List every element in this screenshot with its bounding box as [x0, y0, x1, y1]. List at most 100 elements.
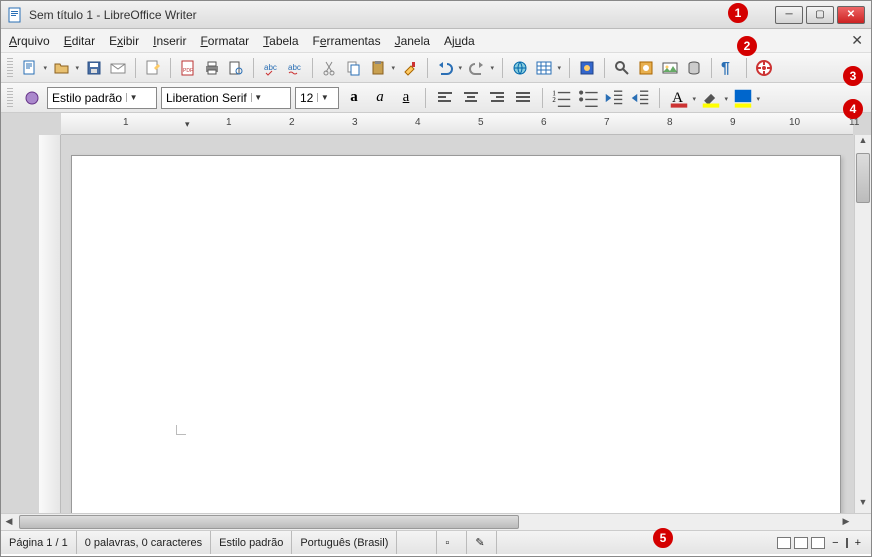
horizontal-ruler[interactable]: 1 ▾ 1 2 3 4 5 6 7 8 9 10 11 [61, 113, 853, 135]
close-document-button[interactable]: ✕ [851, 32, 863, 49]
cut-button[interactable] [319, 57, 341, 79]
view-multi-page-icon[interactable] [794, 537, 808, 549]
ruler-tick: 7 [604, 117, 610, 128]
scroll-thumb[interactable] [856, 153, 870, 203]
horizontal-scrollbar[interactable]: ◀ ▶ [1, 514, 854, 530]
underline-button[interactable]: a [395, 87, 417, 109]
zoom-slider[interactable] [846, 538, 848, 548]
svg-text:abc: abc [288, 63, 301, 72]
undo-button[interactable] [434, 57, 456, 79]
background-color-button[interactable] [732, 87, 754, 109]
help-button[interactable] [753, 57, 775, 79]
align-left-button[interactable] [434, 87, 456, 109]
copy-button[interactable] [343, 57, 365, 79]
menu-tabela[interactable]: Tabela [263, 34, 298, 48]
numbering-button[interactable]: 12 [551, 87, 573, 109]
paste-button[interactable] [367, 57, 389, 79]
table-button[interactable] [533, 57, 555, 79]
toolbar-grip[interactable] [7, 58, 13, 78]
italic-button[interactable]: a [369, 87, 391, 109]
align-justify-button[interactable] [512, 87, 534, 109]
menu-inserir[interactable]: Inserir [153, 34, 186, 48]
align-right-button[interactable] [486, 87, 508, 109]
auto-spellcheck-button[interactable]: abc [284, 57, 306, 79]
export-pdf-button[interactable]: PDF [177, 57, 199, 79]
menu-formatar[interactable]: Formatar [200, 34, 249, 48]
menu-exibir[interactable]: Exibir [109, 34, 139, 48]
styles-formatting-button[interactable] [21, 87, 43, 109]
navigator-button[interactable] [635, 57, 657, 79]
text-cursor [176, 425, 186, 435]
scroll-down-icon[interactable]: ▼ [855, 497, 871, 513]
vertical-ruler[interactable] [39, 135, 61, 513]
new-document-button[interactable] [19, 57, 41, 79]
save-button[interactable] [83, 57, 105, 79]
increase-indent-button[interactable] [629, 87, 651, 109]
close-button[interactable]: ✕ [837, 6, 865, 24]
status-signature[interactable]: ✎ [467, 531, 497, 554]
ruler-tick: 3 [352, 117, 358, 128]
redo-button[interactable] [466, 57, 488, 79]
font-name-select[interactable]: Liberation Serif▼ [161, 87, 291, 109]
scroll-left-icon[interactable]: ◀ [1, 514, 17, 530]
menu-editar[interactable]: Editar [64, 34, 95, 48]
status-insert-mode[interactable] [397, 531, 437, 554]
annotation-1: 1 [728, 3, 748, 23]
minimize-button[interactable]: ─ [775, 6, 803, 24]
menu-ajuda[interactable]: Ajuda [444, 34, 475, 48]
edit-file-button[interactable] [142, 57, 164, 79]
scroll-thumb[interactable] [19, 515, 519, 529]
email-button[interactable] [107, 57, 129, 79]
align-center-button[interactable] [460, 87, 482, 109]
status-style[interactable]: Estilo padrão [211, 531, 292, 554]
ruler-tick: 8 [667, 117, 673, 128]
status-language[interactable]: Português (Brasil) [292, 531, 397, 554]
ruler-tick: 4 [415, 117, 421, 128]
zoom-in-button[interactable]: + [851, 537, 865, 549]
annotation-4: 4 [843, 99, 863, 119]
status-selection-mode[interactable]: ▫ [437, 531, 467, 554]
print-preview-button[interactable] [225, 57, 247, 79]
horizontal-scrollbar-row: ◀ ▶ [1, 513, 871, 530]
hyperlink-button[interactable] [509, 57, 531, 79]
menu-janela[interactable]: Janela [395, 34, 430, 48]
ruler-tick: 5 [478, 117, 484, 128]
view-book-icon[interactable] [811, 537, 825, 549]
menu-arquivo[interactable]: Arquivo [9, 34, 50, 48]
status-bar: Página 1 / 1 0 palavras, 0 caracteres Es… [1, 530, 871, 554]
scroll-up-icon[interactable]: ▲ [855, 135, 871, 151]
spellcheck-button[interactable]: abc [260, 57, 282, 79]
menu-ferramentas[interactable]: Ferramentas [313, 34, 381, 48]
status-page[interactable]: Página 1 / 1 [1, 531, 77, 554]
print-button[interactable] [201, 57, 223, 79]
status-word-count[interactable]: 0 palavras, 0 caracteres [77, 531, 211, 554]
maximize-button[interactable]: ▢ [806, 6, 834, 24]
vertical-scrollbar[interactable]: ▲ ▼ [854, 135, 871, 513]
document-icon [7, 7, 23, 23]
bold-button[interactable]: a [343, 87, 365, 109]
annotation-3: 3 [843, 66, 863, 86]
zoom-out-button[interactable]: − [828, 537, 842, 549]
paragraph-style-select[interactable]: Estilo padrão▼ [47, 87, 157, 109]
data-sources-button[interactable] [683, 57, 705, 79]
svg-text:abc: abc [264, 63, 277, 72]
font-color-button[interactable]: A [668, 87, 690, 109]
open-button[interactable] [51, 57, 73, 79]
font-size-select[interactable]: 12▼ [295, 87, 339, 109]
nonprinting-chars-button[interactable]: ¶ [718, 57, 740, 79]
ruler-tick: 1 [226, 117, 232, 128]
show-draw-functions-button[interactable] [576, 57, 598, 79]
format-paintbrush-button[interactable] [399, 57, 421, 79]
window-title: Sem título 1 - LibreOffice Writer [29, 8, 775, 22]
standard-toolbar: PDF abc abc ¶ [1, 53, 871, 83]
gallery-button[interactable] [659, 57, 681, 79]
svg-text:PDF: PDF [183, 68, 193, 74]
bullets-button[interactable] [577, 87, 599, 109]
view-single-page-icon[interactable] [777, 537, 791, 549]
toolbar-grip[interactable] [7, 88, 13, 108]
find-replace-button[interactable] [611, 57, 633, 79]
document-page[interactable] [71, 155, 841, 513]
scroll-right-icon[interactable]: ▶ [838, 514, 854, 530]
decrease-indent-button[interactable] [603, 87, 625, 109]
highlight-button[interactable] [700, 87, 722, 109]
